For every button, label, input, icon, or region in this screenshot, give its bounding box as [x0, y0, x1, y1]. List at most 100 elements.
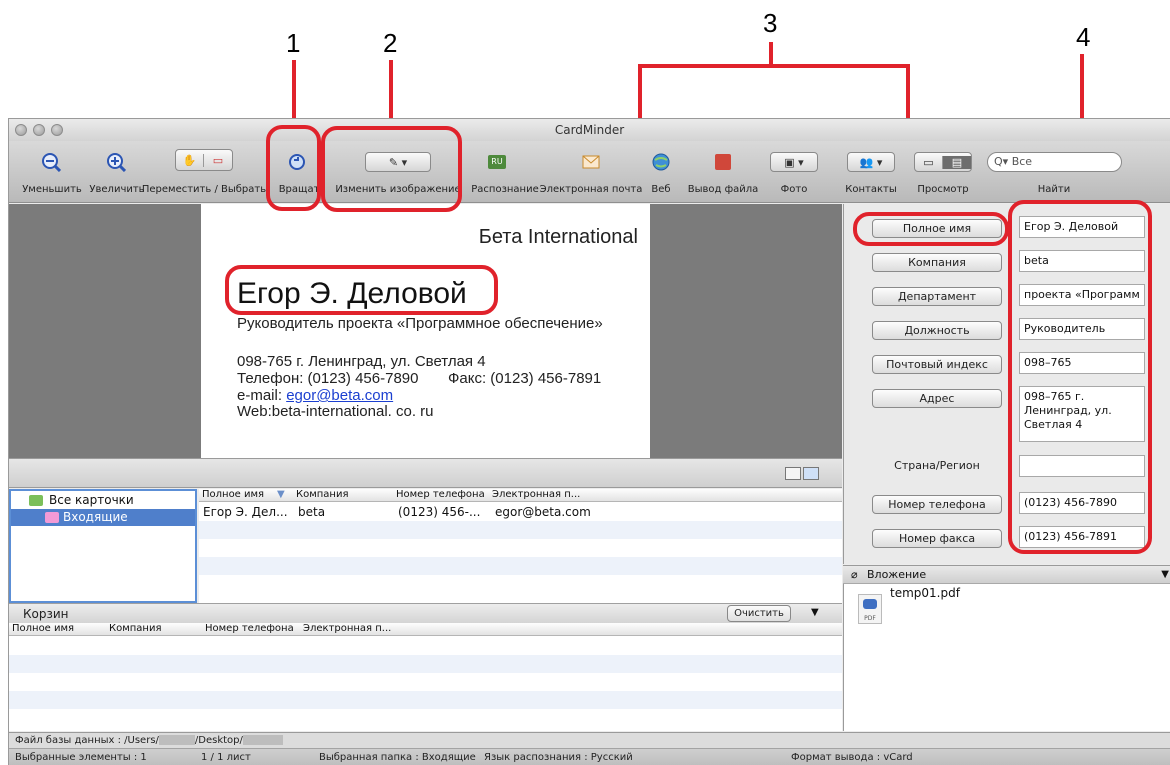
all-cards-icon — [29, 495, 43, 506]
split-view-icon[interactable] — [803, 467, 819, 480]
attachment-area: PDF temp01.pdf — [843, 584, 1170, 731]
trash-col-phone[interactable]: Номер телефона — [205, 623, 294, 635]
rotate-button[interactable] — [285, 150, 309, 174]
file-output-icon — [715, 154, 731, 170]
card-email-prefix: e-mail: — [237, 387, 287, 404]
address-field-button[interactable]: Адрес — [872, 389, 1002, 408]
zoom-out-button[interactable] — [39, 150, 63, 174]
card-fax-line: Факс: (0123) 456-7891 — [448, 370, 602, 387]
country-field-label: Страна/Регион — [894, 459, 980, 472]
fax-field-button[interactable]: Номер факса — [872, 529, 1002, 548]
tree-item-all-cards[interactable]: Все карточки — [11, 492, 195, 509]
recognize-button[interactable]: RU — [485, 150, 509, 174]
attachment-header[interactable]: ⌀ Вложение ▼ — [843, 565, 1170, 584]
row-company: beta — [298, 505, 326, 519]
address-field-value[interactable]: 098–765 г. Ленинград, ул. Светлая 4 — [1019, 386, 1145, 442]
empty-row — [9, 655, 842, 673]
callout-number-4: 4 — [1076, 22, 1091, 52]
title-bar: CardMinder — [9, 119, 1170, 141]
empty-row — [199, 575, 842, 593]
search-input[interactable]: Q▾ Все — [987, 152, 1122, 172]
web-label: Веб — [651, 184, 671, 195]
card-company: Бета International — [478, 226, 638, 248]
rotate-icon — [289, 154, 305, 170]
card-image[interactable]: Бета International Егор Э. Деловой Руков… — [201, 204, 650, 458]
fax-field-value[interactable]: (0123) 456-7891 — [1019, 526, 1145, 548]
postal-code-field-button[interactable]: Почтовый индекс — [872, 355, 1002, 374]
page-count: 1 / 1 лист — [201, 752, 251, 763]
cardminder-window: CardMinder Уменьшить Увеличить ✋ ▭ Перем… — [8, 118, 1170, 765]
rotate-label: Вращать — [278, 184, 326, 195]
clear-trash-button[interactable]: Очистить — [727, 605, 791, 622]
callout-number-1: 1 — [286, 28, 301, 58]
card-list: Полное имя ▼ Компания Номер телефона Эле… — [199, 489, 842, 603]
recognize-label: Распознание — [471, 184, 539, 195]
info-status-bar: Выбранные элементы : 1 1 / 1 лист Выбран… — [9, 748, 1170, 765]
col-company[interactable]: Компания — [296, 489, 348, 501]
pdf-file-icon[interactable]: PDF — [858, 594, 882, 624]
list-view-icon[interactable] — [785, 467, 801, 480]
window-title: CardMinder — [554, 123, 625, 137]
card-list-header: Полное имя ▼ Компания Номер телефона Эле… — [199, 489, 842, 502]
database-status-bar: Файл базы данных : /Users/ /Desktop/ — [9, 732, 1170, 748]
trash-title: Корзин — [23, 607, 69, 621]
pdf-badge: PDF — [864, 615, 876, 622]
select-rect-icon[interactable]: ▭ — [204, 154, 232, 167]
search-icon: Q▾ — [994, 155, 1012, 168]
tree-item-inbox[interactable]: Входящие — [11, 509, 195, 526]
web-button[interactable] — [649, 150, 673, 174]
attachment-filename[interactable]: temp01.pdf — [890, 586, 960, 600]
trash-list: Полное имя Компания Номер телефона Элект… — [9, 623, 842, 731]
collapse-trash-icon[interactable]: ▼ — [811, 607, 819, 618]
collapse-attachment-icon[interactable]: ▼ — [1161, 566, 1169, 584]
trash-col-email[interactable]: Электронная п... — [303, 623, 391, 635]
country-field-value[interactable] — [1019, 455, 1145, 477]
full-name-field-value[interactable]: Егор Э. Деловой — [1019, 216, 1145, 238]
company-field-button[interactable]: Компания — [872, 253, 1002, 272]
file-output-button[interactable] — [711, 150, 735, 174]
contacts-button[interactable]: 👥 ▾ — [847, 152, 895, 172]
view-split-icon[interactable]: ▤ — [943, 155, 971, 169]
zoom-out-icon — [42, 153, 61, 172]
search-placeholder: Все — [1011, 155, 1033, 168]
phone-field-button[interactable]: Номер телефона — [872, 495, 1002, 514]
zoom-in-button[interactable] — [104, 150, 128, 174]
col-phone[interactable]: Номер телефона — [396, 489, 485, 501]
find-label: Найти — [1037, 184, 1071, 195]
db-mid: /Desktop/ — [194, 735, 243, 746]
inbox-folder-icon — [45, 512, 59, 523]
pane-splitter[interactable] — [9, 458, 842, 488]
all-cards-label: Все карточки — [49, 493, 134, 507]
attachment-title: Вложение — [867, 568, 927, 581]
move-select-segmented[interactable]: ✋ ▭ — [175, 149, 233, 171]
empty-row — [199, 557, 842, 575]
card-list-row[interactable]: Егор Э. Дел... beta (0123) 456-... egor@… — [199, 503, 842, 521]
trash-col-full-name[interactable]: Полное имя — [12, 623, 74, 635]
folder-tree: Все карточки Входящие — [9, 489, 197, 603]
output-format: Формат вывода : vCard — [791, 752, 913, 763]
view-single-icon[interactable]: ▭ — [915, 155, 944, 169]
col-email[interactable]: Электронная п... — [492, 489, 580, 501]
trash-list-header: Полное имя Компания Номер телефона Элект… — [9, 623, 842, 636]
department-field-value[interactable]: проекта «Программ — [1019, 284, 1145, 306]
hand-icon[interactable]: ✋ — [176, 153, 205, 167]
postal-code-field-value[interactable]: 098–765 — [1019, 352, 1145, 374]
photo-label: Фото — [780, 184, 808, 195]
view-segmented[interactable]: ▭ ▤ — [914, 152, 972, 172]
position-field-button[interactable]: Должность — [872, 321, 1002, 340]
edit-image-button[interactable]: ✎ ▾ — [365, 152, 431, 172]
phone-field-value[interactable]: (0123) 456-7890 — [1019, 492, 1145, 514]
department-field-button[interactable]: Департамент — [872, 287, 1002, 306]
database-path: Файл базы данных : /Users/ /Desktop/ — [15, 733, 283, 748]
trash-header: Корзин Очистить ▼ — [9, 603, 842, 623]
company-field-value[interactable]: beta — [1019, 250, 1145, 272]
full-name-field-button[interactable]: Полное имя — [872, 219, 1002, 238]
view-label: Просмотр — [917, 184, 969, 195]
photo-button[interactable]: ▣ ▾ — [770, 152, 818, 172]
card-address-line: 098-765 г. Ленинград, ул. Светлая 4 — [237, 353, 486, 370]
edit-image-icon: ✎ ▾ — [388, 155, 408, 169]
position-field-value[interactable]: Руководитель — [1019, 318, 1145, 340]
col-full-name[interactable]: Полное имя — [202, 489, 264, 501]
email-button[interactable] — [579, 150, 603, 174]
trash-col-company[interactable]: Компания — [109, 623, 161, 635]
